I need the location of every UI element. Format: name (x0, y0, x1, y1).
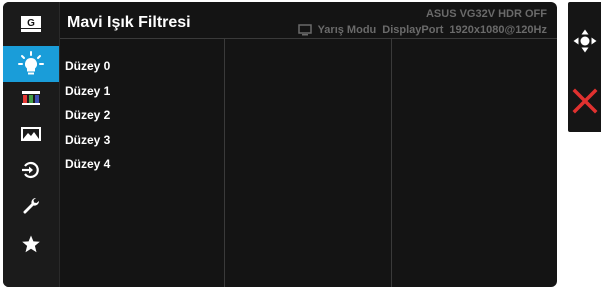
column-divider-1 (224, 38, 225, 287)
option-level-1[interactable]: Düzey 1 (65, 79, 110, 104)
options-list: Düzey 0 Düzey 1 Düzey 2 Düzey 3 Düzey 4 (65, 54, 110, 177)
sidebar-item-blue-light-filter[interactable] (3, 46, 59, 82)
close-icon (572, 88, 597, 114)
mode-status: Yarış Modu (317, 24, 377, 36)
image-icon (21, 127, 41, 141)
navigation-panel (568, 2, 601, 132)
navigation-joystick-icon (573, 29, 596, 53)
option-level-0[interactable]: Düzey 0 (65, 54, 110, 79)
favorite-star-icon (22, 235, 40, 253)
resolution-status: 1920x1080@120Hz (449, 24, 547, 36)
blue-light-filter-icon (18, 51, 44, 75)
header-divider (60, 38, 557, 39)
column-divider-2 (391, 38, 392, 287)
osd-menu: G Mavi Işık Filtresi ASUS VG32V HDR OFF … (3, 2, 557, 287)
gameplus-icon: G (21, 16, 41, 32)
input-select-icon (22, 161, 39, 179)
option-level-3[interactable]: Düzey 3 (65, 128, 110, 153)
sidebar-item-favorite[interactable] (3, 226, 59, 262)
sidebar-separator (59, 2, 60, 287)
option-level-2[interactable]: Düzey 2 (65, 103, 110, 128)
sidebar-item-system-setup[interactable] (3, 188, 59, 224)
input-status: DisplayPort (382, 24, 444, 36)
monitor-icon (297, 24, 312, 36)
sidebar-item-image[interactable] (3, 116, 59, 152)
navigation-joystick-button[interactable] (568, 26, 601, 56)
close-button[interactable] (568, 86, 601, 116)
page-title: Mavi Işık Filtresi (67, 14, 191, 31)
model-status: ASUS VG32V HDR OFF (425, 8, 547, 20)
sidebar-item-gameplus[interactable]: G (3, 6, 59, 42)
sidebar-item-input-select[interactable] (3, 152, 59, 188)
system-setup-icon (23, 197, 40, 214)
color-icon (22, 91, 40, 105)
status-bar: Yarış Modu DisplayPort 1920x1080@120Hz (297, 24, 547, 36)
sidebar-item-color[interactable] (3, 80, 59, 116)
option-level-4[interactable]: Düzey 4 (65, 152, 110, 177)
gameplus-label: G (27, 18, 35, 29)
sidebar: G (3, 2, 59, 287)
